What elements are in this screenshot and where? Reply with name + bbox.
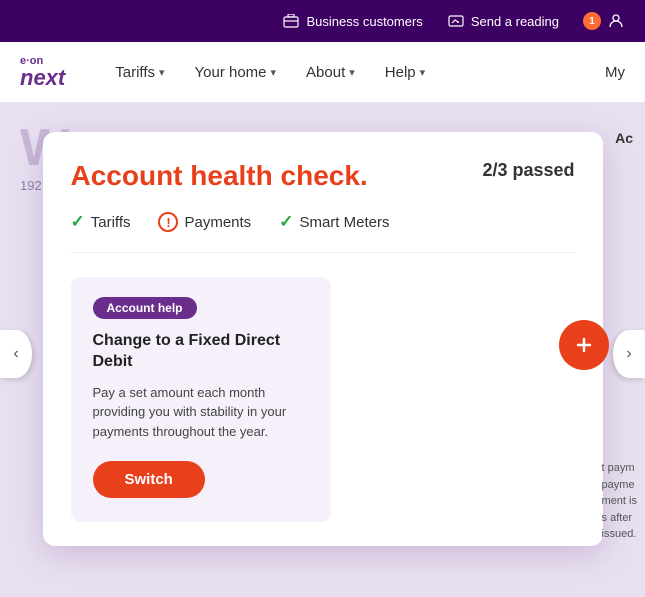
nav-my-label: My xyxy=(605,64,625,81)
chevron-down-icon: ▾ xyxy=(349,66,355,79)
account-help-badge: Account help xyxy=(93,297,197,319)
check-tariffs: ✓ Tariffs xyxy=(71,212,131,232)
health-check-card: Account health check. 2/3 passed ✓ Tarif… xyxy=(43,132,603,546)
health-card-header: Account health check. 2/3 passed xyxy=(71,160,575,192)
send-reading-link[interactable]: Send a reading xyxy=(447,12,559,30)
business-customers-label: Business customers xyxy=(306,14,422,29)
payment-text-line1: t paym xyxy=(602,460,637,477)
chevron-left-icon: ‹ xyxy=(13,345,18,363)
help-card-description: Pay a set amount each month providing yo… xyxy=(93,383,309,442)
payment-text-line3: ment is xyxy=(602,493,637,510)
checks-row: ✓ Tariffs ! Payments ✓ Smart Meters xyxy=(71,212,575,253)
nav-item-my[interactable]: My xyxy=(605,64,625,81)
nav-item-tariffs[interactable]: Tariffs ▾ xyxy=(115,64,164,81)
check-payments: ! Payments xyxy=(158,212,251,232)
check-warn-icon: ! xyxy=(158,212,178,232)
account-icon-link[interactable]: 1 xyxy=(583,12,625,30)
right-partial-label: Ac xyxy=(615,130,633,146)
health-check-score: 2/3 passed xyxy=(482,160,574,181)
logo[interactable]: e·on next xyxy=(20,56,65,89)
nav-item-help[interactable]: Help ▾ xyxy=(385,64,425,81)
carousel-prev-button[interactable]: ‹ xyxy=(0,330,32,378)
briefcase-icon xyxy=(282,12,300,30)
health-check-title: Account health check. xyxy=(71,160,368,192)
check-smart-meters-label: Smart Meters xyxy=(299,214,389,231)
nav-item-about[interactable]: About ▾ xyxy=(306,64,355,81)
payment-text-line5: issued. xyxy=(602,526,637,543)
check-pass-icon-2: ✓ xyxy=(279,212,293,232)
modal-overlay: Account health check. 2/3 passed ✓ Tarif… xyxy=(0,102,645,597)
payment-text-line2: payme xyxy=(602,477,637,494)
action-icon xyxy=(574,335,594,355)
chevron-down-icon: ▾ xyxy=(159,66,165,79)
meter-icon xyxy=(447,12,465,30)
top-bar: Business customers Send a reading 1 xyxy=(0,0,645,42)
chevron-down-icon: ▾ xyxy=(271,66,277,79)
check-tariffs-label: Tariffs xyxy=(91,214,131,231)
payment-text-line4: s after xyxy=(602,510,637,527)
carousel-next-button[interactable]: › xyxy=(613,330,645,378)
right-payment-text: t paym payme ment is s after issued. xyxy=(602,460,637,543)
account-icon xyxy=(607,12,625,30)
nav-tariffs-label: Tariffs xyxy=(115,64,155,81)
orange-action-button[interactable] xyxy=(559,320,609,370)
main-nav: e·on next Tariffs ▾ Your home ▾ About ▾ … xyxy=(0,42,645,102)
business-customers-link[interactable]: Business customers xyxy=(282,12,422,30)
nav-your-home-label: Your home xyxy=(195,64,267,81)
logo-next-text: next xyxy=(20,67,65,89)
chevron-right-icon: › xyxy=(626,345,631,363)
account-help-card: Account help Change to a Fixed Direct De… xyxy=(71,277,331,522)
nav-about-label: About xyxy=(306,64,345,81)
help-card-title: Change to a Fixed Direct Debit xyxy=(93,331,309,373)
chevron-down-icon: ▾ xyxy=(420,66,426,79)
notification-badge: 1 xyxy=(583,12,601,30)
check-smart-meters: ✓ Smart Meters xyxy=(279,212,389,232)
switch-button[interactable]: Switch xyxy=(93,461,205,498)
send-reading-label: Send a reading xyxy=(471,14,559,29)
nav-item-your-home[interactable]: Your home ▾ xyxy=(195,64,277,81)
nav-help-label: Help xyxy=(385,64,416,81)
check-pass-icon: ✓ xyxy=(71,212,85,232)
check-payments-label: Payments xyxy=(184,214,251,231)
